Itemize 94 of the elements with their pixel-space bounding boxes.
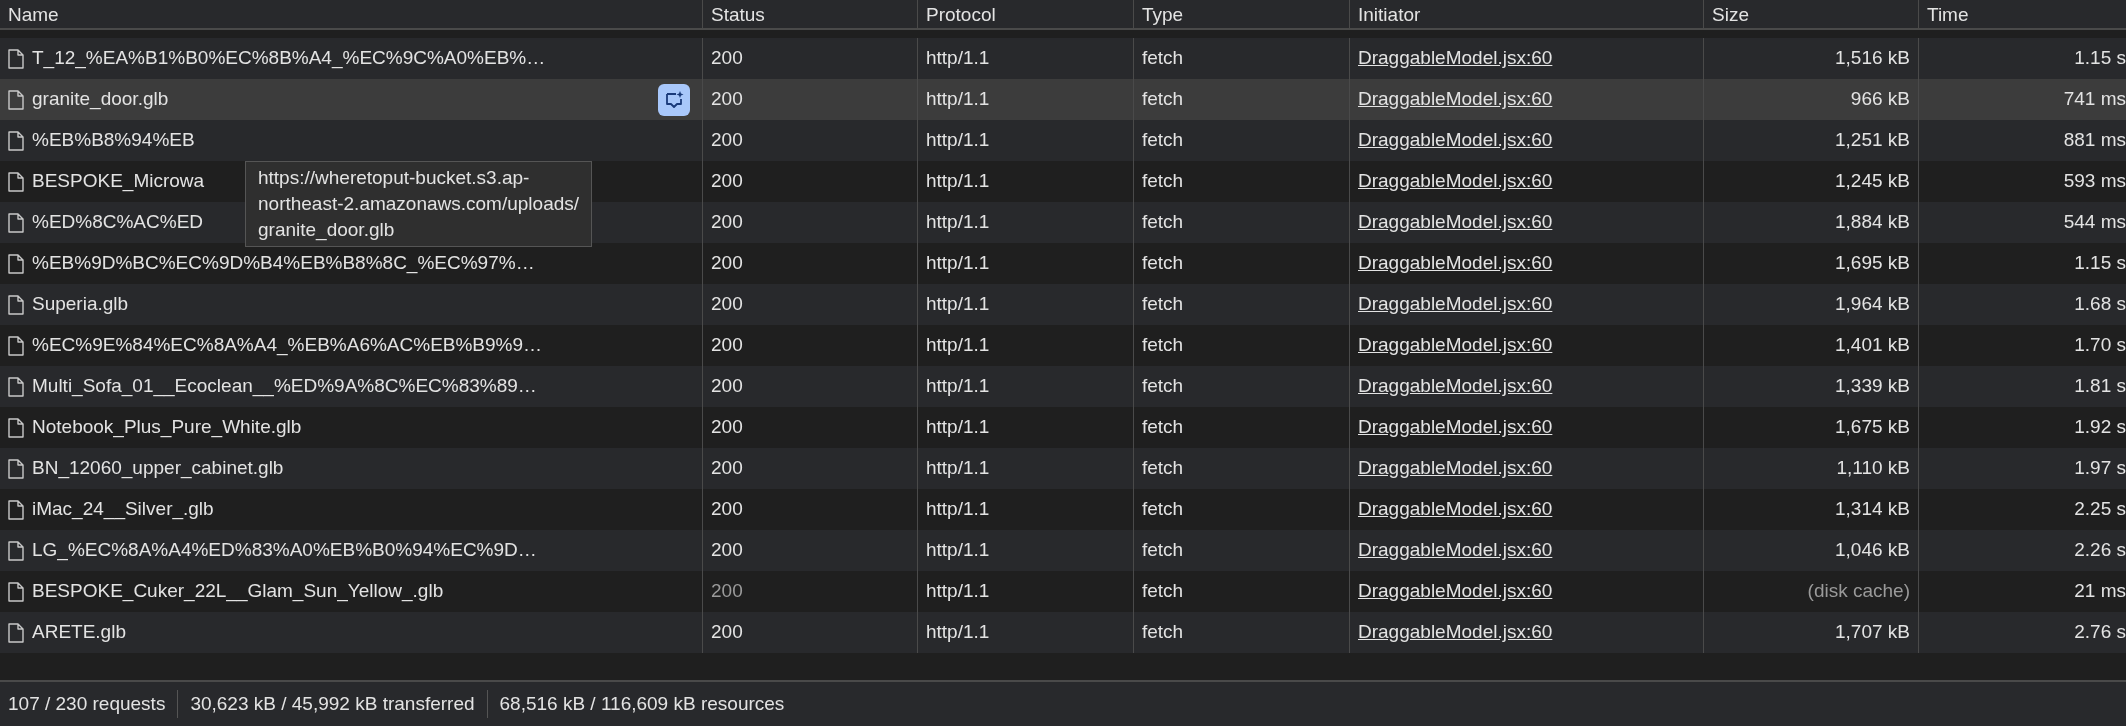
- protocol-text: http/1.1: [926, 538, 990, 563]
- time-text: 1.92 s: [2074, 415, 2126, 440]
- time-text: 1.70 s: [2074, 333, 2126, 358]
- size-text: 1,401 kB: [1835, 333, 1910, 358]
- protocol-text: http/1.1: [926, 169, 990, 194]
- protocol-text: http/1.1: [926, 87, 990, 112]
- time-text: 1.97 s: [2074, 456, 2126, 481]
- type-text: fetch: [1142, 538, 1184, 563]
- status-code: 200: [711, 251, 743, 276]
- protocol-text: http/1.1: [926, 497, 990, 522]
- size-text: 1,339 kB: [1835, 374, 1910, 399]
- url-tooltip: https://wheretoput-bucket.s3.ap- northeast-2.amazonaws.com/uploads/ granite_door.glb: [245, 161, 593, 247]
- type-text: fetch: [1142, 128, 1184, 153]
- status-code: 200: [711, 210, 743, 235]
- protocol-text: http/1.1: [926, 333, 990, 358]
- request-name: granite_door.glb: [32, 87, 169, 112]
- size-text: 1,695 kB: [1835, 251, 1910, 276]
- request-name: Notebook_Plus_Pure_White.glb: [32, 415, 302, 440]
- status-code: 200: [711, 87, 743, 112]
- status-code: 200: [711, 128, 743, 153]
- protocol-text: http/1.1: [926, 415, 990, 440]
- type-text: fetch: [1142, 415, 1184, 440]
- status-code: 200: [711, 292, 743, 317]
- size-text: 966 kB: [1850, 87, 1910, 112]
- size-text: 1,675 kB: [1835, 415, 1910, 440]
- protocol-text: http/1.1: [926, 620, 990, 645]
- type-text: fetch: [1142, 46, 1184, 71]
- size-text: 1,251 kB: [1835, 128, 1910, 153]
- type-text: fetch: [1142, 251, 1184, 276]
- request-name: BN_12060_upper_cabinet.glb: [32, 456, 284, 481]
- size-text: 1,245 kB: [1835, 169, 1910, 194]
- status-code: 200: [711, 333, 743, 358]
- type-text: fetch: [1142, 579, 1184, 604]
- time-text: 1.15 s: [2074, 251, 2126, 276]
- request-name: LG_%EC%8A%A4%ED%83%A0%EB%B0%94%EC%9D…: [32, 538, 537, 563]
- status-code: 200: [711, 46, 743, 71]
- protocol-text: http/1.1: [926, 292, 990, 317]
- request-name: Superia.glb: [32, 292, 129, 317]
- time-text: 21 ms: [2074, 579, 2126, 604]
- request-name: %EB%B8%94%EB: [32, 128, 195, 153]
- time-text: 2.25 s: [2074, 497, 2126, 522]
- status-code: 200: [711, 374, 743, 399]
- size-text: 1,707 kB: [1835, 620, 1910, 645]
- status-code: 200: [711, 169, 743, 194]
- time-text: 544 ms: [2063, 210, 2126, 235]
- type-text: fetch: [1142, 333, 1184, 358]
- request-name: BESPOKE_Cuker_22L__Glam_Sun_Yellow_.glb: [32, 579, 444, 604]
- time-text: 593 ms: [2063, 169, 2126, 194]
- protocol-text: http/1.1: [926, 210, 990, 235]
- protocol-text: http/1.1: [926, 128, 990, 153]
- time-text: 2.76 s: [2074, 620, 2126, 645]
- size-text: 1,314 kB: [1835, 497, 1910, 522]
- size-text: 1,964 kB: [1835, 292, 1910, 317]
- protocol-text: http/1.1: [926, 46, 990, 71]
- type-text: fetch: [1142, 169, 1184, 194]
- size-text: (disk cache): [1807, 579, 1910, 604]
- status-code: 200: [711, 497, 743, 522]
- status-code: 200: [711, 538, 743, 563]
- request-name: %ED%8C%AC%ED: [32, 210, 204, 235]
- request-name: Multi_Sofa_01__Ecoclean__%ED%9A%8C%EC%83%89…: [32, 374, 537, 399]
- type-text: fetch: [1142, 374, 1184, 399]
- request-name: ARETE.glb: [32, 620, 126, 645]
- size-text: 1,516 kB: [1835, 46, 1910, 71]
- status-code: 200: [711, 456, 743, 481]
- request-name: %EC%9E%84%EC%8A%A4_%EB%A6%AC%EB%B9%9…: [32, 333, 543, 358]
- time-text: 1.68 s: [2074, 292, 2126, 317]
- size-text: 1,110 kB: [1836, 456, 1910, 481]
- protocol-text: http/1.1: [926, 579, 990, 604]
- status-bar-text: 107 / 230 requests: [8, 691, 166, 716]
- protocol-text: http/1.1: [926, 456, 990, 481]
- status-code: 200: [711, 579, 743, 604]
- time-text: 741 ms: [2063, 87, 2126, 112]
- time-text: 1.15 s: [2074, 46, 2126, 71]
- status-code: 200: [711, 620, 743, 645]
- type-text: fetch: [1142, 620, 1184, 645]
- time-text: 881 ms: [2063, 128, 2126, 153]
- time-text: 1.81 s: [2074, 374, 2126, 399]
- time-text: 2.26 s: [2074, 538, 2126, 563]
- type-text: fetch: [1142, 210, 1184, 235]
- type-text: fetch: [1142, 497, 1184, 522]
- request-name: BESPOKE_Microwa: [32, 169, 205, 194]
- size-text: 1,884 kB: [1835, 210, 1910, 235]
- status-bar-text: 68,516 kB / 116,609 kB resources: [499, 691, 785, 716]
- request-name: %EB%9D%BC%EC%9D%B4%EB%B8%8C_%EC%97%…: [32, 251, 535, 276]
- status-code: 200: [711, 415, 743, 440]
- type-text: fetch: [1142, 456, 1184, 481]
- size-text: 1,046 kB: [1835, 538, 1910, 563]
- protocol-text: http/1.1: [926, 374, 990, 399]
- type-text: fetch: [1142, 87, 1184, 112]
- request-name: iMac_24__Silver_.glb: [32, 497, 214, 522]
- status-bar-text: 30,623 kB / 45,992 kB transferred: [190, 691, 475, 716]
- protocol-text: http/1.1: [926, 251, 990, 276]
- request-name: T_12_%EA%B1%B0%EC%8B%A4_%EC%9C%A0%EB%…: [32, 46, 546, 71]
- type-text: fetch: [1142, 292, 1184, 317]
